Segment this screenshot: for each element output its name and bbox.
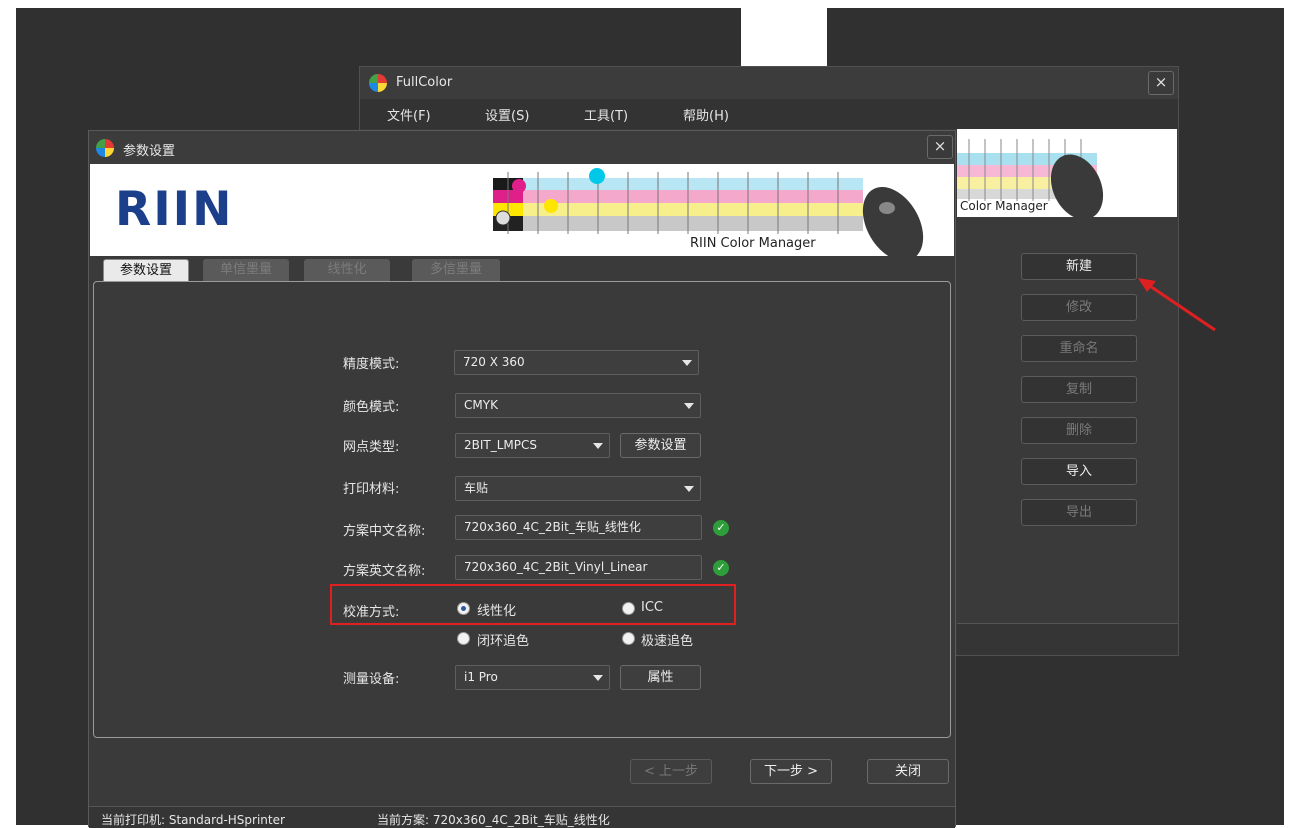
media-label: 打印材料: bbox=[343, 482, 400, 497]
menu-bar: 文件(F) 设置(S) 工具(T) 帮助(H) bbox=[360, 99, 1178, 129]
radio-fast-tracking[interactable] bbox=[622, 632, 635, 645]
dot-type-value: 2BIT_LMPCS bbox=[464, 438, 538, 452]
radio-icc-label: ICC bbox=[641, 600, 663, 615]
app-logo-icon bbox=[369, 74, 387, 92]
chevron-down-icon bbox=[684, 486, 694, 492]
radio-closed-loop-label: 闭环追色 bbox=[477, 634, 530, 649]
tab-linearization[interactable]: 线性化 bbox=[304, 259, 390, 283]
banner-caption: RIIN Color Manager bbox=[690, 236, 816, 251]
copy-button[interactable]: 复制 bbox=[1021, 376, 1137, 403]
banner-caption: Color Manager bbox=[960, 199, 1048, 213]
riin-logo: RIIN bbox=[115, 182, 234, 237]
import-button[interactable]: 导入 bbox=[1021, 458, 1137, 485]
en-name-field[interactable]: 720x360_4C_2Bit_Vinyl_Linear bbox=[455, 555, 702, 580]
menu-help[interactable]: 帮助(H) bbox=[683, 105, 729, 124]
dialog-titlebar: 参数设置 × bbox=[89, 131, 955, 164]
menu-file[interactable]: 文件(F) bbox=[387, 105, 431, 124]
riin-banner: RIIN RIIN Color Manager bbox=[90, 164, 954, 256]
chevron-down-icon bbox=[593, 675, 603, 681]
chevron-down-icon bbox=[593, 443, 603, 449]
device-value: i1 Pro bbox=[464, 670, 498, 684]
device-properties-button[interactable]: 属性 bbox=[620, 665, 701, 690]
device-select[interactable]: i1 Pro bbox=[455, 665, 610, 690]
cn-name-field[interactable]: 720x360_4C_2Bit_车贴_线性化 bbox=[455, 515, 702, 540]
delete-button[interactable]: 删除 bbox=[1021, 417, 1137, 444]
resolution-select[interactable]: 720 X 360 bbox=[454, 350, 699, 375]
window-title: FullColor bbox=[396, 75, 453, 90]
dot-type-label: 网点类型: bbox=[343, 440, 400, 455]
device-label: 测量设备: bbox=[343, 672, 400, 687]
background-window-fragment bbox=[741, 8, 827, 66]
radio-linearization[interactable] bbox=[457, 602, 470, 615]
close-icon[interactable]: × bbox=[1148, 71, 1174, 95]
annotation-arrow-icon bbox=[1138, 278, 1216, 332]
check-valid-icon: ✓ bbox=[713, 560, 729, 576]
fullcolor-statusbar bbox=[957, 623, 1178, 655]
modify-button[interactable]: 修改 bbox=[1021, 294, 1137, 321]
check-valid-icon: ✓ bbox=[713, 520, 729, 536]
dialog-statusbar: 当前打印机: Standard-HSprinter 当前方案: 720x360_… bbox=[89, 806, 955, 828]
prev-step-button[interactable]: < 上一步 bbox=[630, 759, 712, 784]
radio-closed-loop[interactable] bbox=[457, 632, 470, 645]
radio-icc[interactable] bbox=[622, 602, 635, 615]
parameter-dialog: 参数设置 × RIIN RIIN Color Manager 参数设置 单信墨量… bbox=[88, 130, 956, 828]
close-button[interactable]: 关闭 bbox=[867, 759, 949, 784]
dialog-title: 参数设置 bbox=[123, 144, 176, 159]
export-button[interactable]: 导出 bbox=[1021, 499, 1137, 526]
tab-multi-ink[interactable]: 多信墨量 bbox=[412, 259, 500, 283]
close-icon[interactable]: × bbox=[927, 135, 953, 159]
current-scheme: 当前方案: 720x360_4C_2Bit_车贴_线性化 bbox=[377, 813, 610, 827]
next-step-button[interactable]: 下一步 > bbox=[750, 759, 832, 784]
chevron-down-icon bbox=[684, 403, 694, 409]
cn-name-label: 方案中文名称: bbox=[343, 524, 426, 539]
tab-single-ink[interactable]: 单信墨量 bbox=[203, 259, 289, 283]
menu-settings[interactable]: 设置(S) bbox=[485, 105, 529, 124]
calibration-label: 校准方式: bbox=[343, 605, 400, 620]
color-mode-select[interactable]: CMYK bbox=[455, 393, 701, 418]
fullcolor-titlebar: FullColor × bbox=[360, 67, 1178, 99]
dot-params-button[interactable]: 参数设置 bbox=[620, 433, 701, 458]
resolution-label: 精度模式: bbox=[343, 357, 400, 372]
radio-linearization-label: 线性化 bbox=[477, 604, 517, 619]
color-manager-banner: Color Manager bbox=[957, 129, 1177, 217]
media-value: 车贴 bbox=[464, 481, 489, 495]
rename-button[interactable]: 重命名 bbox=[1021, 335, 1137, 362]
color-mode-label: 颜色模式: bbox=[343, 400, 400, 415]
en-name-label: 方案英文名称: bbox=[343, 564, 426, 579]
chevron-down-icon bbox=[682, 360, 692, 366]
dot-type-select[interactable]: 2BIT_LMPCS bbox=[455, 433, 610, 458]
tab-parameters[interactable]: 参数设置 bbox=[103, 259, 189, 283]
resolution-value: 720 X 360 bbox=[463, 355, 525, 369]
radio-fast-tracking-label: 极速追色 bbox=[641, 634, 694, 649]
new-button[interactable]: 新建 bbox=[1021, 253, 1137, 280]
current-printer: 当前打印机: Standard-HSprinter bbox=[101, 813, 285, 827]
color-mode-value: CMYK bbox=[464, 398, 498, 412]
app-logo-icon bbox=[96, 139, 114, 157]
menu-tools[interactable]: 工具(T) bbox=[584, 105, 628, 124]
media-select[interactable]: 车贴 bbox=[455, 476, 701, 501]
